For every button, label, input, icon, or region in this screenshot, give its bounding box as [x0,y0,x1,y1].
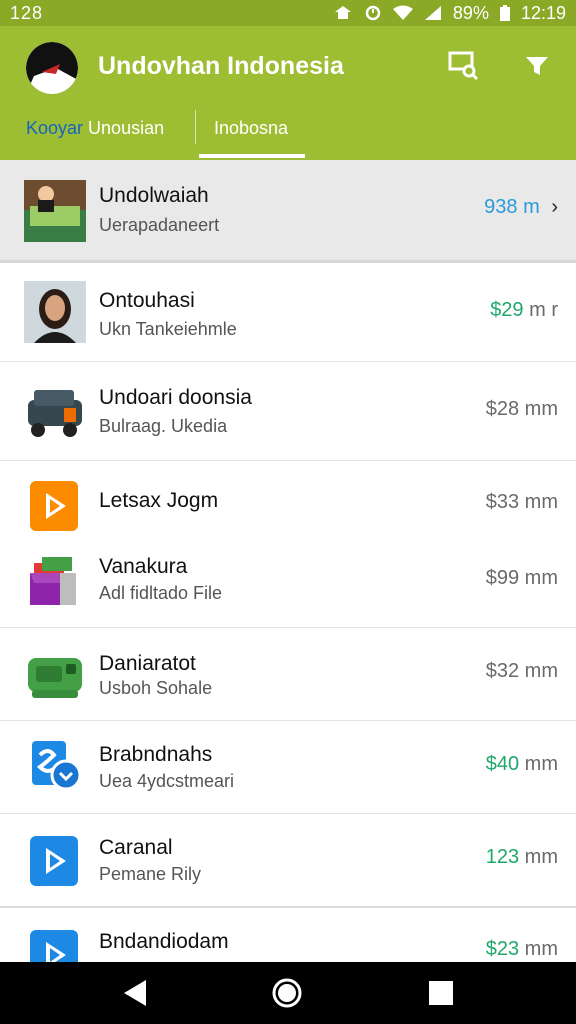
notification-icon [334,6,351,19]
item-price: 123 mm [485,846,558,868]
recents-nav-icon[interactable] [424,976,458,1010]
play-orange-icon [24,475,86,537]
list-item[interactable]: Bndandiodam $23 mm [0,908,576,962]
item-list: Undolwaiah Uerapadaneert 938 m › Ontouha… [0,160,576,962]
app-title: Undovhan Indonesia [98,52,344,80]
item-price: $99 mm [485,567,558,589]
list-item[interactable]: Caranal Pemane Rily 123 mm [0,814,576,908]
battery-percent: 89% [452,2,489,23]
item-title: Daniaratot [99,652,196,675]
item-subtitle: Pemane Rily [99,864,202,884]
play-blue-icon [24,830,86,892]
list-item[interactable]: Ontouhasi Ukn Tankeiehmle $29 m r [0,263,576,362]
item-title: Bndandiodam [99,930,229,953]
thumbnail-photo-table [24,180,86,242]
alarm-icon [365,5,381,21]
logo-icon [26,42,78,94]
list-item[interactable]: Brabndnahs Uea 4ydcstmeari $40 mm [0,721,576,814]
item-title: Letsax Jogm [99,489,219,512]
app-logo [26,42,78,94]
item-title: Undoari doonsia [99,386,252,409]
home-nav-icon[interactable] [270,976,304,1010]
item-subtitle: Uea 4ydcstmeari [99,771,235,791]
tab-separator [195,110,196,144]
tab-bar: Kooyar Unousian Inobosna [0,106,576,160]
filter-button[interactable] [520,48,554,82]
status-left-text: 128 [10,2,44,23]
wifi-icon [392,5,413,20]
app-actions [446,48,554,82]
item-title: Undolwaiah [99,184,209,207]
list-item[interactable]: Letsax Jogm $33 mm [0,461,576,537]
item-price: $29 m r [490,299,558,321]
status-bar: 128 89% 12:19 [0,0,576,26]
status-time: 12:19 [520,2,566,23]
item-subtitle: Usboh Sohale [99,678,213,698]
filter-icon [526,57,548,75]
item-price: $23 mm [485,938,558,960]
item-price: $40 mm [485,753,558,775]
list-item[interactable]: Undoari doonsia Bulraag. Ukedia $28 mm [0,362,576,461]
green-device-icon [24,646,86,708]
item-subtitle: Uerapadaneert [99,215,220,235]
search-card-icon [448,51,479,81]
status-icons: 89% 12:19 [333,3,566,24]
back-nav-icon[interactable] [118,976,152,1010]
item-subtitle: Ukn Tankeiehmle [99,319,237,339]
blue-doc-icon [24,737,86,799]
item-price: $28 mm [485,398,558,420]
battery-icon [499,5,510,21]
tab-indicator [199,154,305,158]
item-price: 938 m › [484,196,558,218]
list-item[interactable]: Undolwaiah Uerapadaneert 938 m › [0,160,576,263]
tab-first-accent: Kooyar [26,118,84,138]
item-subtitle: Bulraag. Ukedia [99,416,228,436]
tab-first-label: Unousian [83,118,165,138]
tab-first[interactable]: Kooyar Unousian [26,118,164,139]
item-title: Brabndnahs [99,743,213,766]
item-title: Ontouhasi [99,289,195,312]
app-bar: Undovhan Indonesia Kooyar Unousian Inobo… [0,26,576,160]
item-price: $32 mm [485,660,558,682]
item-subtitle: Adl fidltado File [99,583,223,603]
list-item[interactable]: Vanakura Adl fidltado File $99 mm [0,537,576,628]
signal-icon [424,6,441,20]
tab-second[interactable]: Inobosna [214,118,288,139]
item-price: $33 mm [485,491,558,513]
list-item[interactable]: Daniaratot Usboh Sohale $32 mm [0,628,576,721]
search-card-button[interactable] [446,48,480,82]
box-purple-icon [24,549,86,611]
item-title: Vanakura [99,555,188,578]
thumbnail-photo-woman [24,281,86,343]
nav-bar [0,962,576,1024]
item-title: Caranal [99,836,173,859]
device-icon [24,382,86,444]
chevron-right-icon: › [551,196,558,218]
play-blue-icon [24,924,86,962]
